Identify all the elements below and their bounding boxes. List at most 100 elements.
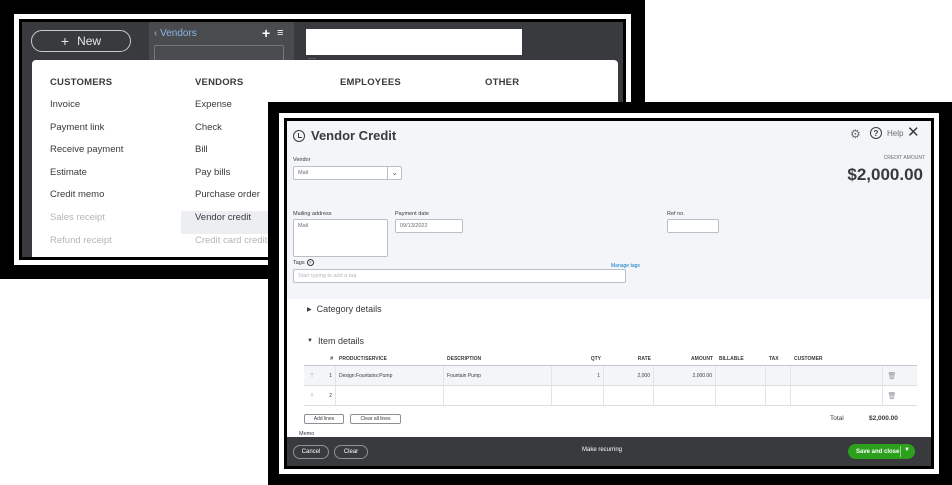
- employees-column: EMPLOYEES: [340, 77, 401, 98]
- vendors-back-link[interactable]: ‹ Vendors: [154, 28, 197, 39]
- rate-cell[interactable]: 2,000: [604, 366, 654, 385]
- menu-item-refund-receipt[interactable]: Refund receipt: [50, 234, 123, 257]
- rate-cell[interactable]: [604, 386, 654, 405]
- tax-cell[interactable]: [766, 386, 791, 405]
- tags-label-row: Tags?: [293, 259, 314, 266]
- gear-icon[interactable]: ⚙: [850, 127, 861, 141]
- other-header: OTHER: [485, 77, 520, 88]
- customers-column: CUSTOMERS Invoice Payment link Receive p…: [50, 77, 123, 256]
- category-details-label: Category details: [316, 304, 382, 314]
- description-cell[interactable]: [444, 386, 552, 405]
- redacted-box: [306, 29, 522, 55]
- customer-cell[interactable]: [791, 386, 883, 405]
- mailing-address-label: Mailing address: [293, 211, 332, 217]
- page-title: Vendor Credit: [311, 128, 397, 143]
- payment-date-value: 09/13/2022: [400, 223, 428, 229]
- history-icon[interactable]: [293, 129, 305, 142]
- trash-icon[interactable]: 🗑: [883, 386, 901, 405]
- menu-item-receive-payment[interactable]: Receive payment: [50, 143, 123, 166]
- menu-item-sales-receipt[interactable]: Sales receipt: [50, 211, 123, 234]
- vendors-header: VENDORS: [195, 77, 244, 88]
- item-details-table: # PRODUCT/SERVICE DESCRIPTION QTY RATE A…: [304, 352, 917, 406]
- drag-handle-icon[interactable]: ⠿: [304, 366, 320, 385]
- vendor-credit-form: Vendor Credit ⚙ ? Help ✕ Vendor Mail ⌄ C…: [287, 121, 931, 466]
- tags-input[interactable]: Start typing to add a tag: [293, 269, 626, 283]
- trash-icon[interactable]: 🗑: [883, 366, 901, 385]
- plus-icon: +: [60, 33, 70, 49]
- add-vendor-icon[interactable]: +: [262, 25, 270, 41]
- product-cell[interactable]: [336, 386, 444, 405]
- category-details-toggle[interactable]: ▶ Category details: [307, 304, 382, 314]
- tags-placeholder: Start typing to add a tag: [298, 273, 357, 279]
- mailing-address-value: Mail: [298, 223, 309, 229]
- header-spacer: [304, 352, 320, 365]
- clear-all-lines-button[interactable]: Clear all lines: [350, 414, 401, 424]
- table-row[interactable]: ⠿ 2 🗑: [304, 386, 917, 406]
- amount-cell[interactable]: [654, 386, 716, 405]
- other-column: OTHER: [485, 77, 519, 98]
- billable-cell[interactable]: [716, 386, 766, 405]
- clear-button[interactable]: Clear: [334, 445, 368, 459]
- billable-cell[interactable]: [716, 366, 766, 385]
- mailing-address-field[interactable]: Mail: [293, 219, 388, 257]
- help-icon[interactable]: ?: [870, 127, 882, 139]
- cancel-button[interactable]: Cancel: [293, 445, 329, 459]
- vendor-search-input[interactable]: [154, 45, 284, 61]
- item-details-toggle[interactable]: ▼ Item details: [307, 336, 364, 346]
- close-icon[interactable]: ✕: [907, 123, 920, 141]
- vendors-link-label: Vendors: [160, 28, 197, 39]
- vendor-credit-screenshot: Vendor Credit ⚙ ? Help ✕ Vendor Mail ⌄ C…: [268, 102, 952, 485]
- payment-date-label: Payment date: [395, 211, 429, 217]
- caret-down-icon[interactable]: ▼: [904, 447, 910, 453]
- header-qty: QTY: [590, 355, 601, 362]
- payment-date-field[interactable]: 09/13/2022: [395, 219, 463, 233]
- menu-item-estimate[interactable]: Estimate: [50, 166, 123, 189]
- add-lines-button[interactable]: Add lines: [304, 414, 344, 424]
- tags-label: Tags: [293, 260, 305, 266]
- menu-item-payment-link[interactable]: Payment link: [50, 121, 123, 144]
- table-header: # PRODUCT/SERVICE DESCRIPTION QTY RATE A…: [304, 352, 917, 366]
- header-num: #: [330, 355, 333, 362]
- row-num: 1: [320, 366, 336, 385]
- total-label: Total: [830, 415, 844, 422]
- vendor-label: Vendor: [293, 157, 311, 163]
- new-button[interactable]: + New: [31, 30, 131, 52]
- qty-cell[interactable]: [552, 386, 604, 405]
- screenshot-frame: Vendor Credit ⚙ ? Help ✕ Vendor Mail ⌄ C…: [279, 113, 939, 474]
- help-circle-icon[interactable]: ?: [306, 259, 314, 266]
- description-cell[interactable]: Fountain Pump: [444, 366, 552, 385]
- amount-cell[interactable]: 2,000.00: [654, 366, 716, 385]
- help-label[interactable]: Help: [887, 129, 903, 138]
- header-description: DESCRIPTION: [447, 355, 482, 362]
- new-button-label: New: [77, 34, 102, 48]
- chevron-down-icon[interactable]: ⌄: [387, 167, 401, 179]
- ref-no-label: Ref no.: [667, 211, 685, 217]
- vendor-select[interactable]: Mail ⌄: [293, 166, 402, 180]
- customers-header: CUSTOMERS: [50, 77, 113, 88]
- tax-cell[interactable]: [766, 366, 791, 385]
- header-customer: CUSTOMER: [794, 355, 823, 362]
- caret-down-icon: ▼: [307, 338, 313, 344]
- header-tax: TAX: [769, 355, 779, 362]
- title-row: Vendor Credit: [293, 128, 396, 143]
- qty-cell[interactable]: 1: [552, 366, 604, 385]
- header-rate: RATE: [637, 355, 651, 362]
- menu-item-credit-memo[interactable]: Credit memo: [50, 188, 123, 211]
- sort-icon[interactable]: ≡: [277, 27, 283, 39]
- item-details-label: Item details: [317, 336, 364, 346]
- vendor-value: Mail: [298, 170, 309, 176]
- form-header: Vendor Credit ⚙ ? Help ✕ Vendor Mail ⌄ C…: [287, 121, 931, 299]
- ref-no-field[interactable]: [667, 219, 719, 233]
- make-recurring-link[interactable]: Make recurring: [582, 447, 622, 453]
- save-and-close-button[interactable]: Save and close ▼: [848, 444, 915, 459]
- customer-cell[interactable]: [791, 366, 883, 385]
- save-and-close-label: Save and close: [856, 448, 900, 455]
- menu-item-invoice[interactable]: Invoice: [50, 98, 123, 121]
- table-row[interactable]: ⠿ 1 Design:Fountains:Pump Fountain Pump …: [304, 366, 917, 386]
- vendors-panel: ‹ Vendors + ≡: [149, 22, 294, 62]
- screenshot-border: Vendor Credit ⚙ ? Help ✕ Vendor Mail ⌄ C…: [284, 118, 934, 469]
- drag-handle-icon[interactable]: ⠿: [304, 386, 320, 405]
- product-cell[interactable]: Design:Fountains:Pump: [336, 366, 444, 385]
- left-nav-top: + New: [22, 22, 159, 62]
- header-amount: AMOUNT: [691, 355, 713, 362]
